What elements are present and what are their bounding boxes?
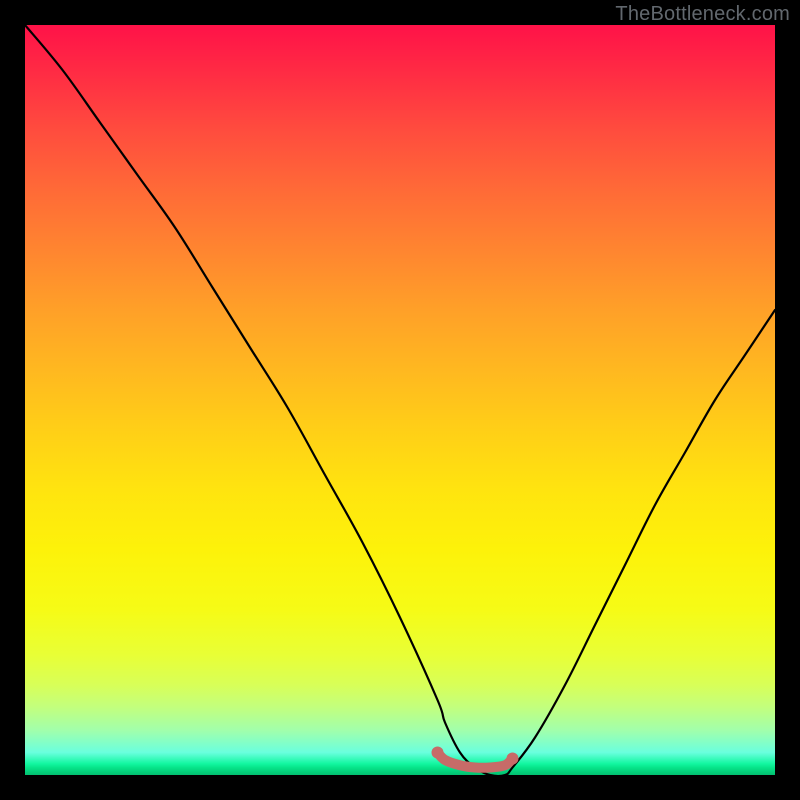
valley-dot-right [507, 753, 519, 765]
chart-container: TheBottleneck.com [0, 0, 800, 800]
valley-marker [438, 753, 513, 768]
bottleneck-curve [25, 25, 775, 775]
valley-dot-left [432, 747, 444, 759]
watermark-text: TheBottleneck.com [615, 3, 790, 26]
plot-area [25, 25, 775, 775]
chart-svg [25, 25, 775, 775]
